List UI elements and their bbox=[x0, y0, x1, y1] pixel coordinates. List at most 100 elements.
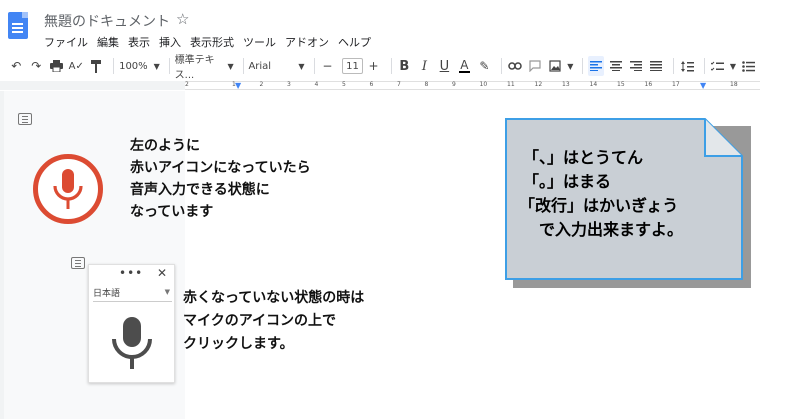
font-value: Arial bbox=[248, 60, 272, 72]
image-icon[interactable] bbox=[547, 56, 563, 76]
ruler-tick-label: 5 bbox=[342, 81, 346, 88]
font-select[interactable]: Arial ▼ bbox=[248, 61, 304, 72]
document-outline-icon[interactable] bbox=[18, 113, 32, 125]
bulleted-list-icon[interactable] bbox=[740, 56, 756, 76]
menu-file[interactable]: ファイル bbox=[44, 34, 88, 50]
callout-line: 「。」はまる bbox=[523, 172, 612, 191]
comment-icon[interactable] bbox=[527, 56, 543, 76]
language-select[interactable]: 日本語 ▼ bbox=[93, 286, 172, 302]
chevron-down-icon[interactable]: ▼ bbox=[567, 62, 573, 71]
menu-edit[interactable]: 編集 bbox=[97, 34, 119, 50]
toolbar-divider bbox=[168, 58, 170, 74]
toolbar: ↶ ↷ A✓ 100% ▼ 標準テキス... ▼ Arial ▼ − 11 + B I… bbox=[0, 51, 760, 81]
close-icon[interactable]: ✕ bbox=[157, 266, 167, 280]
checklist-icon[interactable] bbox=[710, 56, 726, 76]
increase-font-size-button[interactable]: + bbox=[366, 56, 382, 76]
note-line: なっています bbox=[130, 204, 214, 220]
voice-typing-panel: ••• ✕ 日本語 ▼ bbox=[88, 264, 175, 383]
menu-format[interactable]: 表示形式 bbox=[190, 34, 234, 50]
callout-note: 「、」はとうてん 「。」はまる 「改行」はかいぎょう で入力出来ますよ。 bbox=[505, 118, 743, 280]
chevron-down-icon: ▼ bbox=[227, 61, 234, 71]
spellcheck-icon[interactable]: A✓ bbox=[68, 56, 84, 76]
print-icon[interactable] bbox=[48, 56, 64, 76]
redo-icon[interactable]: ↷ bbox=[28, 56, 44, 76]
chevron-down-icon: ▼ bbox=[153, 61, 160, 71]
underline-button[interactable]: U bbox=[436, 56, 452, 76]
align-left-icon[interactable] bbox=[588, 56, 605, 76]
callout-line: 「、」はとうてん bbox=[523, 148, 644, 167]
bold-button[interactable]: B bbox=[396, 56, 412, 76]
callout-text: 「、」はとうてん 「。」はまる 「改行」はかいぎょう で入力出来ますよ。 bbox=[505, 146, 743, 242]
chevron-down-icon: ▼ bbox=[298, 61, 305, 71]
language-value: 日本語 bbox=[93, 289, 121, 299]
callout-line: で入力出来ますよ。 bbox=[539, 220, 684, 239]
toolbar-divider bbox=[582, 58, 584, 74]
note-line: マイクのアイコンの上で bbox=[183, 313, 337, 329]
note-line: 赤くなっていない状態の時は bbox=[183, 290, 365, 306]
zoom-select[interactable]: 100% ▼ bbox=[119, 61, 160, 72]
italic-button[interactable]: I bbox=[416, 56, 432, 76]
note-line: 音声入力できる状態に bbox=[130, 182, 270, 198]
text-color-label: A bbox=[460, 57, 469, 72]
ruler-tick-label: 8 bbox=[424, 81, 429, 88]
callout-line: 「改行」はかいぎょう bbox=[519, 196, 679, 215]
toolbar-divider bbox=[113, 58, 115, 74]
right-indent-marker-icon[interactable]: ▼ bbox=[700, 82, 706, 90]
document-title[interactable]: 無題のドキュメント bbox=[44, 11, 170, 31]
ruler-tick-label: 14 bbox=[589, 81, 598, 88]
link-icon[interactable] bbox=[507, 56, 523, 76]
menu-insert[interactable]: 挿入 bbox=[159, 34, 181, 50]
menu-view[interactable]: 表示 bbox=[128, 34, 150, 50]
vertical-ruler bbox=[0, 91, 4, 419]
menu-addons[interactable]: アドオン bbox=[285, 34, 329, 50]
font-size-input[interactable]: 11 bbox=[342, 58, 363, 74]
more-options-icon[interactable]: ••• bbox=[119, 266, 143, 280]
paint-format-icon[interactable] bbox=[88, 56, 104, 76]
toolbar-divider bbox=[313, 58, 315, 74]
ruler-gutter bbox=[0, 81, 185, 90]
ruler-tick-label: 12 bbox=[534, 81, 543, 88]
ruler-tick-label: 2 bbox=[259, 81, 264, 88]
active-microphone-icon[interactable] bbox=[33, 154, 103, 224]
ruler-tick-label: 9 bbox=[452, 81, 456, 88]
inactive-microphone-icon[interactable] bbox=[109, 317, 155, 373]
google-docs-window: 無題のドキュメント ☆ ファイル 編集 表示 挿入 表示形式 ツール アドオン … bbox=[0, 0, 800, 419]
menu-tools[interactable]: ツール bbox=[243, 34, 276, 50]
text-color-button[interactable]: A bbox=[456, 56, 472, 76]
menu-bar: ファイル 編集 表示 挿入 表示形式 ツール アドオン ヘルプ bbox=[44, 34, 371, 50]
decrease-font-size-button[interactable]: − bbox=[319, 56, 335, 76]
ruler-right-label: 18 bbox=[730, 81, 738, 88]
horizontal-ruler[interactable]: 2 ▼ ▼ 18 1 2 3 4 5 6 7 8 9 10 11 12 13 14 15 16 17 bbox=[185, 81, 760, 90]
toolbar-divider bbox=[501, 58, 503, 74]
ruler-tick-label: 3 bbox=[287, 81, 291, 88]
align-right-icon[interactable] bbox=[628, 56, 644, 76]
note-line: 左のように bbox=[130, 138, 200, 154]
chevron-down-icon: ▼ bbox=[164, 288, 170, 296]
text-color-swatch bbox=[458, 70, 470, 73]
gray-mic-explanation: 赤くなっていない状態の時は マイクのアイコンの上で クリックします。 bbox=[183, 287, 364, 356]
document-outline-icon[interactable] bbox=[71, 257, 85, 269]
ruler-tick-label: 15 bbox=[617, 81, 625, 88]
align-center-icon[interactable] bbox=[608, 56, 624, 76]
ruler-tick-label: 11 bbox=[507, 81, 515, 88]
line-spacing-icon[interactable] bbox=[679, 56, 695, 76]
ruler-tick-label: 4 bbox=[314, 81, 319, 88]
star-icon[interactable]: ☆ bbox=[176, 10, 189, 28]
highlight-pen-icon[interactable]: ✎ bbox=[476, 56, 492, 76]
red-mic-explanation: 左のように 赤いアイコンになっていたら 音声入力できる状態に なっています bbox=[130, 135, 311, 223]
right-gutter bbox=[760, 91, 800, 419]
chevron-down-icon[interactable]: ▼ bbox=[730, 62, 736, 71]
toolbar-divider bbox=[242, 58, 244, 74]
ruler-tick-label: 6 bbox=[369, 81, 374, 88]
align-justify-icon[interactable] bbox=[648, 56, 664, 76]
docs-logo-icon[interactable] bbox=[8, 12, 28, 39]
toolbar-divider bbox=[673, 58, 675, 74]
note-line: クリックします。 bbox=[183, 336, 294, 352]
ruler-tick-label: 7 bbox=[397, 81, 401, 88]
style-select[interactable]: 標準テキス... ▼ bbox=[175, 51, 234, 81]
toolbar-divider bbox=[390, 58, 392, 74]
voice-panel-header: ••• ✕ bbox=[89, 265, 174, 283]
undo-icon[interactable]: ↶ bbox=[8, 56, 24, 76]
ruler-left-label: 2 bbox=[185, 81, 189, 88]
menu-help[interactable]: ヘルプ bbox=[338, 34, 371, 50]
